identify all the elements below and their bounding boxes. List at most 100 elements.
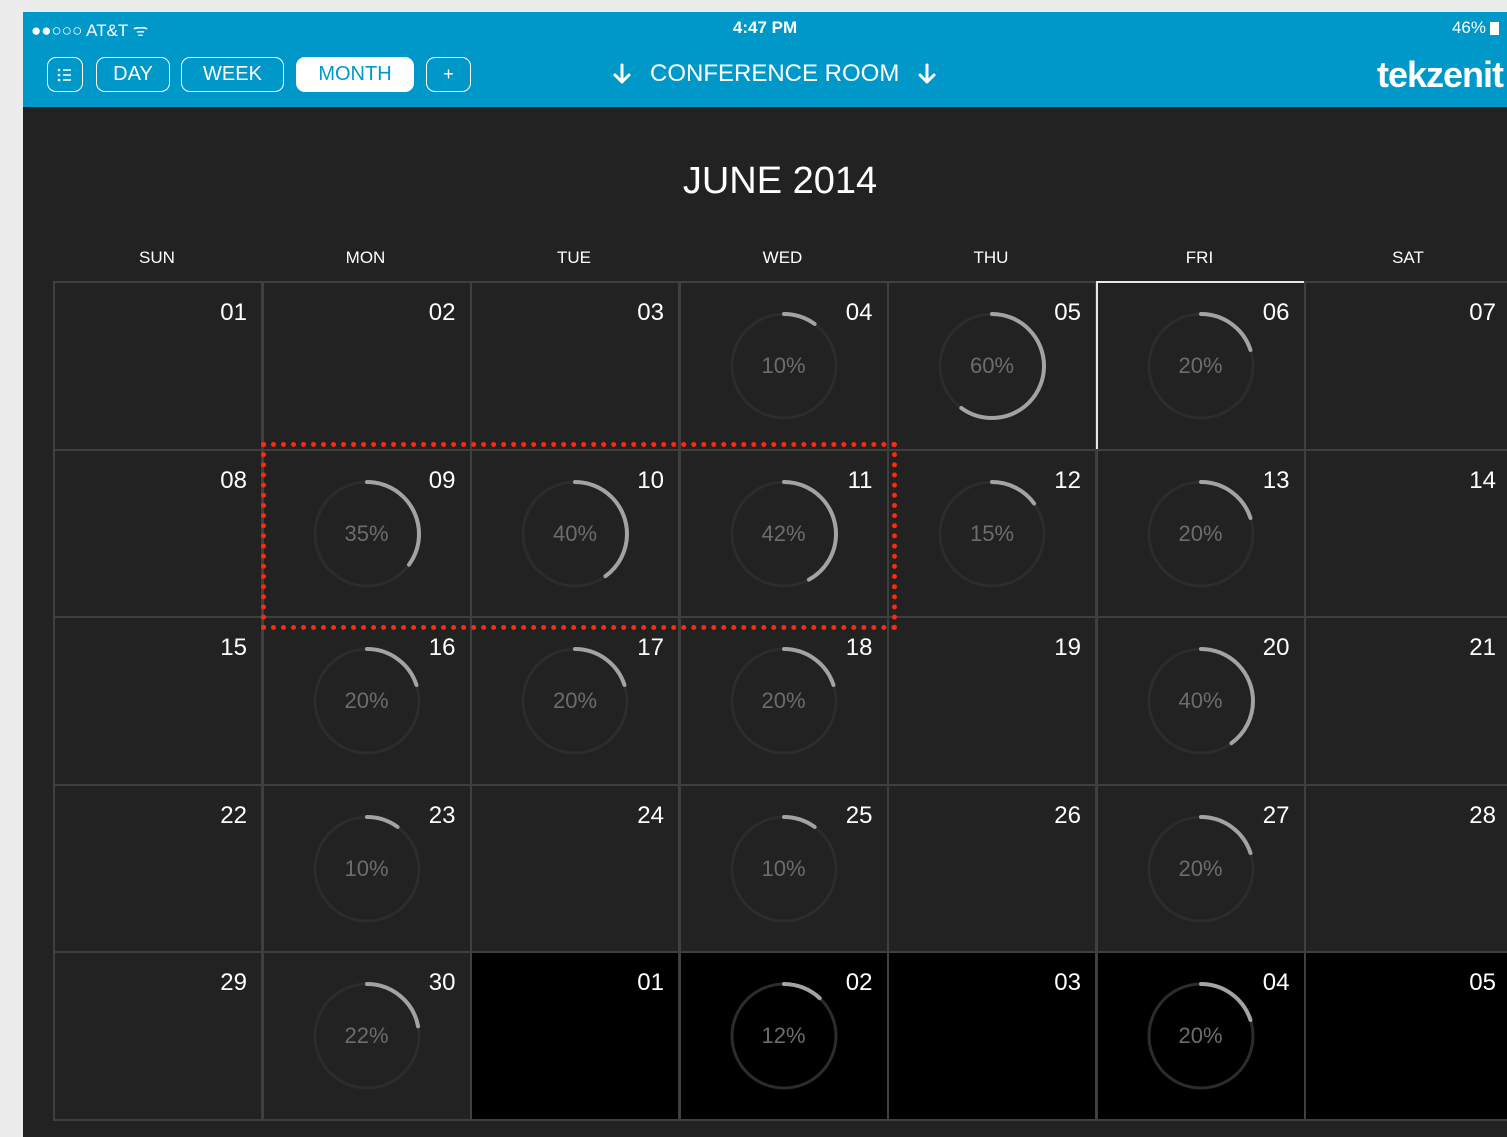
day-number: 22 [220, 801, 247, 829]
month-title: JUNE 2014 [682, 160, 878, 202]
battery-icon [1490, 21, 1499, 35]
day-cell[interactable]: 14 [1304, 448, 1507, 619]
day-cell[interactable]: 20% 17 [470, 616, 680, 786]
day-cell[interactable]: 40% 10 [470, 448, 680, 619]
day-cell[interactable]: 01 [53, 281, 263, 451]
day-number: 29 [220, 969, 247, 996]
day-number: 02 [845, 969, 873, 996]
day-cell[interactable]: 29 [53, 951, 263, 1121]
day-cell[interactable]: 15% 12 [887, 448, 1097, 619]
battery-percent: 46% [1451, 18, 1486, 37]
occupancy-percent: 10% [344, 855, 389, 881]
occupancy-percent: 40% [552, 520, 598, 546]
day-cell[interactable]: 40% 20 [1095, 616, 1306, 786]
week-view-button[interactable]: WEEK [181, 57, 284, 92]
occupancy-percent: 22% [344, 1023, 389, 1048]
room-selector[interactable]: CONFERENCE ROOM [608, 58, 941, 90]
day-number: 24 [637, 801, 664, 829]
day-cell[interactable]: 07 [1304, 281, 1507, 451]
day-number: 13 [1262, 466, 1290, 494]
weekday-label: FRI [1185, 248, 1214, 267]
day-number: 14 [1469, 466, 1496, 494]
add-event-button[interactable]: + [426, 57, 471, 92]
day-number: 04 [845, 299, 873, 326]
day-number: 28 [1469, 801, 1496, 829]
day-cell[interactable]: 22% 30 [261, 951, 472, 1121]
day-number: 25 [845, 801, 873, 829]
weekday-label: THU [973, 248, 1009, 267]
day-view-button[interactable]: DAY [96, 57, 170, 92]
day-cell[interactable]: 20% 04 [1095, 951, 1306, 1121]
day-cell[interactable]: 05 [1304, 951, 1507, 1121]
day-cell[interactable]: 28 [1304, 783, 1507, 954]
day-cell[interactable]: 24 [470, 783, 680, 954]
day-number: 09 [428, 466, 456, 494]
weekday-label: MON [345, 248, 386, 267]
day-cell[interactable]: 20% 27 [1095, 783, 1306, 954]
weekday-label: WED [762, 248, 803, 267]
arrow-down-icon [608, 60, 636, 88]
day-cell[interactable]: 26 [887, 783, 1097, 954]
day-cell[interactable]: 20% 13 [1095, 448, 1306, 619]
arrow-down-icon [913, 60, 941, 88]
list-view-button[interactable] [47, 57, 83, 92]
day-cell[interactable]: 02 [261, 281, 472, 451]
day-number: 26 [1054, 801, 1081, 829]
day-cell[interactable]: 20% 18 [678, 616, 889, 786]
occupancy-percent: 20% [552, 688, 598, 713]
day-number: 15 [220, 634, 247, 661]
occupancy-percent: 20% [344, 688, 389, 713]
day-cell[interactable]: 19 [887, 616, 1097, 786]
day-number: 03 [637, 299, 664, 326]
day-cell[interactable]: 10% 23 [261, 783, 472, 954]
day-number: 08 [220, 466, 247, 494]
weekday-label: TUE [557, 248, 591, 267]
occupancy-percent: 60% [969, 353, 1015, 378]
app-screen: ●●○○○ AT&T ᯤ 4:47 PM 46% DAY WEEK MONTH … [23, 12, 1507, 1137]
day-cell[interactable]: 03 [887, 951, 1097, 1121]
day-cell[interactable]: 15 [53, 616, 263, 786]
day-number: 18 [845, 634, 873, 661]
day-cell[interactable]: 21 [1304, 616, 1507, 786]
day-cell[interactable]: 10% 04 [678, 281, 889, 451]
occupancy-percent: 20% [1178, 353, 1223, 378]
occupancy-percent: 20% [1178, 1023, 1223, 1048]
day-cell[interactable]: 22 [53, 783, 263, 954]
day-cell[interactable]: 01 [470, 951, 680, 1121]
day-cell[interactable]: 03 [470, 281, 680, 451]
day-cell[interactable]: 60% 05 [887, 281, 1097, 451]
day-number: 10 [637, 466, 664, 494]
day-number: 23 [428, 801, 456, 829]
month-view-button[interactable]: MONTH [296, 57, 414, 92]
occupancy-percent: 15% [969, 520, 1015, 546]
brand-logo: tekzenit [1376, 54, 1504, 95]
day-number: 07 [1469, 299, 1496, 326]
day-number: 11 [847, 466, 873, 494]
weekday-label: SAT [1392, 248, 1424, 267]
day-cell[interactable]: 20% 16 [261, 616, 472, 786]
day-cell[interactable]: 12% 02 [678, 951, 889, 1121]
day-cell[interactable]: 08 [53, 448, 263, 619]
day-number: 30 [428, 969, 456, 996]
status-time: 4:47 PM [732, 18, 798, 37]
day-number: 05 [1054, 299, 1081, 326]
day-number: 05 [1469, 969, 1496, 996]
occupancy-percent: 10% [761, 353, 806, 378]
day-number: 16 [428, 634, 456, 661]
day-cell[interactable]: 10% 25 [678, 783, 889, 954]
occupancy-percent: 20% [761, 688, 806, 713]
occupancy-percent: 20% [1178, 520, 1223, 546]
day-cell[interactable]: 42% 11 [678, 448, 889, 619]
list-icon [57, 68, 71, 81]
battery-status: 46% [1452, 18, 1499, 38]
day-number: 17 [637, 634, 664, 661]
day-cell[interactable]: 20% 06 [1095, 281, 1306, 451]
day-number: 20 [1262, 634, 1290, 661]
occupancy-percent: 10% [761, 855, 806, 881]
day-number: 03 [1054, 969, 1081, 996]
day-number: 04 [1262, 969, 1290, 996]
day-number: 21 [1469, 634, 1496, 661]
day-number: 02 [428, 299, 456, 326]
day-cell[interactable]: 35% 09 [261, 448, 472, 619]
day-number: 27 [1262, 801, 1290, 829]
